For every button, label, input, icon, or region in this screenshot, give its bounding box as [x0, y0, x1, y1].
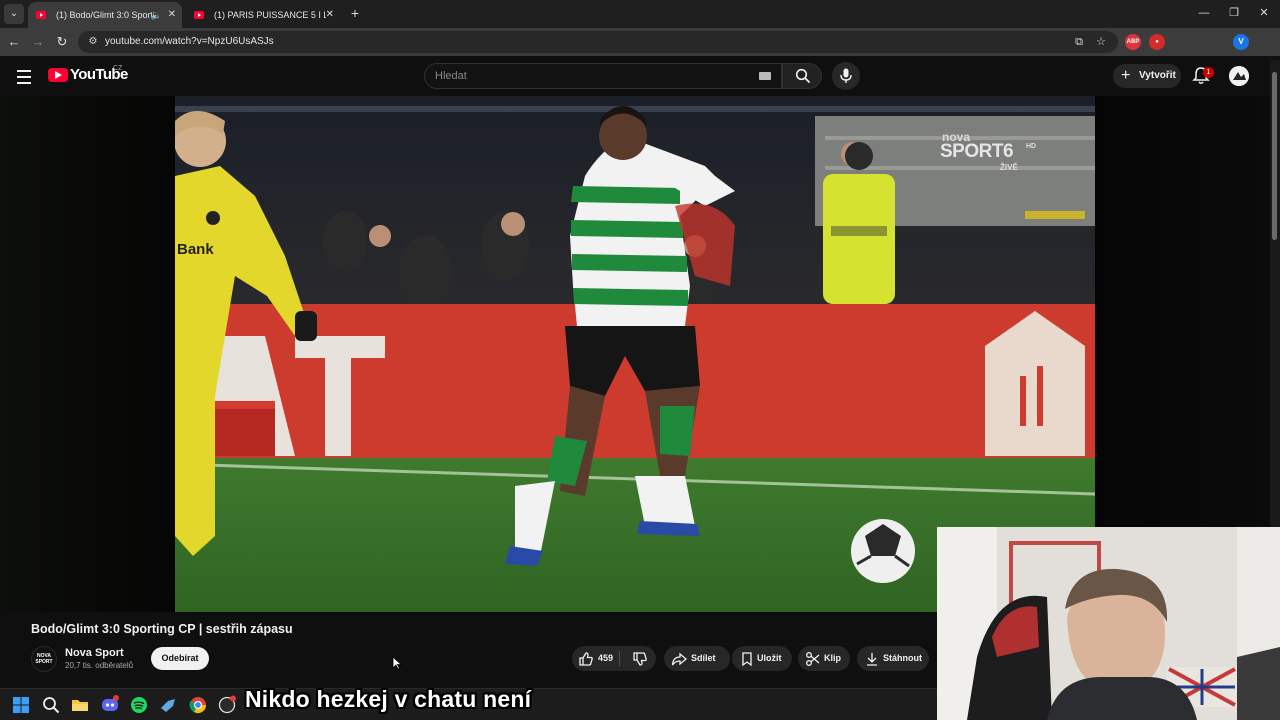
voice-search-button[interactable]: [832, 62, 860, 90]
notification-count-badge: 1: [1203, 67, 1214, 78]
adblock-extension-icon[interactable]: ABP: [1125, 34, 1141, 50]
like-divider: [619, 651, 620, 666]
youtube-logo-icon[interactable]: [48, 68, 68, 82]
steam-icon[interactable]: [158, 695, 178, 715]
save-button[interactable]: Uložit: [732, 646, 792, 671]
share-button[interactable]: Sdílet: [664, 646, 730, 671]
watermark-live: ŽIVĚ: [1000, 163, 1018, 172]
tab-inactive[interactable]: (1) PARIS PUISSANCE 5 I LE RÊS ✕: [186, 2, 340, 28]
watermark-channel: SPORT6: [940, 141, 1014, 162]
shield-extension-icon[interactable]: ●: [1149, 34, 1165, 50]
thumbs-down-icon[interactable]: [632, 651, 648, 667]
channel-avatar[interactable]: NOVA SPORT: [31, 646, 57, 672]
channel-name[interactable]: Nova Sport: [65, 647, 124, 659]
browser-toolbar: ← → ↻ ⚙ youtube.com/watch?v=NpzU6UsASJs …: [0, 28, 1280, 76]
search-input[interactable]: Hledat: [424, 63, 782, 89]
region-code: CZ: [113, 65, 123, 72]
microphone-icon: [840, 68, 852, 83]
watermark-hd: HD: [1026, 143, 1037, 150]
new-tab-button[interactable]: +: [346, 4, 364, 22]
back-arrow-icon[interactable]: ←: [4, 32, 24, 52]
like-dislike-group: 459: [572, 646, 656, 671]
tab-active[interactable]: (1) Bodo/Glimt 3:0 Sporting 🔈 ✕: [28, 2, 182, 28]
scrollbar-thumb[interactable]: [1272, 72, 1277, 240]
mouse-cursor-icon: [392, 656, 402, 670]
plus-icon: +: [1121, 67, 1131, 84]
clip-button[interactable]: Klip: [798, 646, 850, 671]
address-bar[interactable]: ⚙ youtube.com/watch?v=NpzU6UsASJs ⧉ ☆: [78, 31, 1118, 53]
tab-title: (1) PARIS PUISSANCE 5 I LE RÊS: [214, 10, 326, 20]
download-icon: [867, 653, 877, 666]
youtube-favicon-icon: [36, 11, 46, 19]
share-arrow-icon: [671, 652, 687, 666]
tab-title: (1) Bodo/Glimt 3:0 Sporting: [56, 10, 152, 20]
speaker-icon[interactable]: 🔈: [151, 2, 162, 28]
keyboard-icon[interactable]: [759, 72, 771, 80]
clip-label: Klip: [824, 653, 841, 663]
subscribe-button[interactable]: Odebírat: [151, 647, 209, 670]
browser-tab-strip: ⌄ (1) Bodo/Glimt 3:0 Sporting 🔈 ✕ (1) PA…: [0, 0, 1280, 28]
stream-caption-overlay: Nikdo hezkej v chatu není: [245, 686, 532, 712]
close-tab-icon[interactable]: ✕: [168, 2, 176, 28]
share-label: Sdílet: [691, 653, 716, 663]
close-window-icon[interactable]: ✕: [1254, 4, 1274, 22]
youtube-masthead: YouTube CZ Hledat + Vytvořit: [0, 56, 1280, 96]
discord-icon[interactable]: [100, 695, 120, 715]
download-button[interactable]: Stáhnout: [857, 646, 929, 671]
download-label: Stáhnout: [883, 653, 922, 663]
forward-arrow-icon[interactable]: →: [28, 32, 48, 52]
reload-icon[interactable]: ↻: [52, 32, 72, 52]
streamer-webcam: [937, 527, 1280, 720]
profile-avatar[interactable]: V: [1233, 34, 1249, 50]
bookmark-icon: [742, 652, 752, 667]
channel-logo-text: NOVA SPORT: [35, 653, 53, 665]
windows-start-icon[interactable]: [11, 695, 31, 715]
file-explorer-icon[interactable]: [70, 695, 90, 715]
save-label: Uložit: [757, 653, 782, 663]
bookmark-star-icon[interactable]: ☆: [1094, 35, 1108, 49]
spotify-icon[interactable]: [129, 695, 149, 715]
webcam-feed-image: [937, 527, 1280, 720]
account-avatar[interactable]: [1229, 66, 1249, 86]
chrome-icon[interactable]: [188, 695, 208, 715]
like-count[interactable]: 459: [598, 646, 613, 671]
minimize-icon[interactable]: —: [1194, 4, 1214, 22]
subscriber-count: 20,7 tis. odběratelů: [65, 661, 134, 670]
url-text: youtube.com/watch?v=NpzU6UsASJs: [105, 36, 274, 47]
create-label: Vytvořit: [1139, 70, 1176, 81]
menu-hamburger-icon[interactable]: [14, 66, 34, 86]
obs-record-icon[interactable]: [217, 695, 237, 715]
scissors-icon: [806, 652, 820, 666]
search-button[interactable]: [782, 63, 822, 89]
tab-search-button[interactable]: ⌄: [4, 4, 24, 24]
broadcaster-watermark: nova SPORT6 HD ŽIVĚ: [940, 130, 1060, 176]
restore-icon[interactable]: ❐: [1224, 4, 1244, 22]
video-title: Bodo/Glimt 3:0 Sporting CP | sestřih záp…: [31, 622, 293, 636]
site-info-icon[interactable]: ⚙: [86, 35, 100, 49]
thumbs-up-icon[interactable]: [578, 651, 594, 667]
avatar-image-icon: [1229, 66, 1249, 86]
search-icon: [795, 68, 811, 84]
youtube-favicon-icon: [194, 11, 204, 19]
sponsor-text: Bank: [177, 241, 214, 258]
close-tab-icon[interactable]: ✕: [326, 2, 334, 28]
create-button[interactable]: + Vytvořit: [1113, 64, 1181, 88]
search-placeholder: Hledat: [435, 70, 467, 82]
install-app-icon[interactable]: ⧉: [1072, 35, 1086, 49]
taskbar-search-icon[interactable]: [41, 695, 61, 715]
